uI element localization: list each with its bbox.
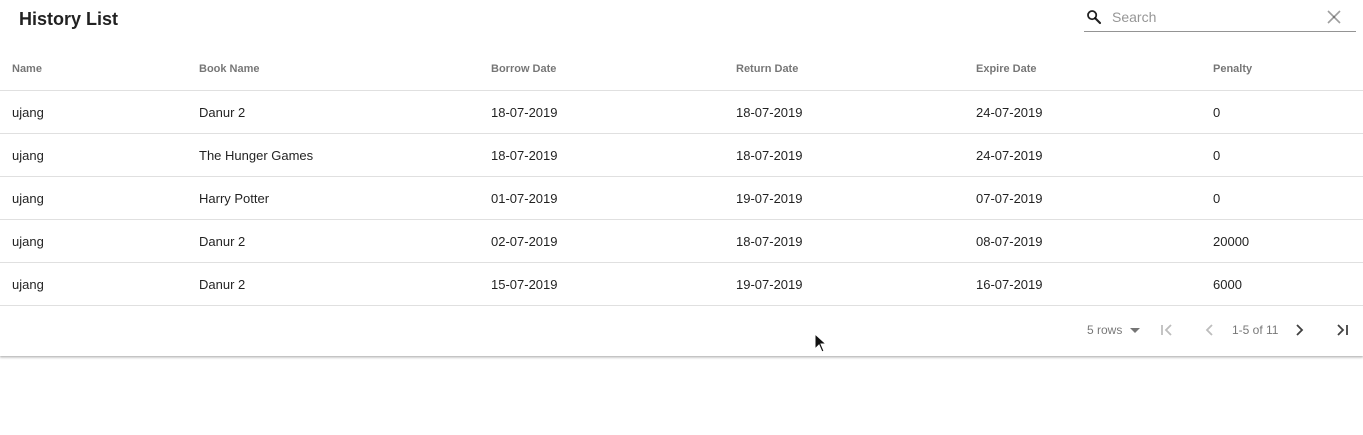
column-header-book-name[interactable]: Book Name [199, 48, 491, 91]
cell-borrow-date: 02-07-2019 [491, 219, 736, 263]
search-icon [1087, 10, 1102, 25]
table-row[interactable]: ujang Danur 2 02-07-2019 18-07-2019 08-0… [0, 219, 1363, 263]
cell-return-date: 18-07-2019 [736, 90, 976, 134]
table-toolbar: History List [0, 0, 1363, 50]
column-header-borrow-date[interactable]: Borrow Date [491, 48, 736, 91]
history-table: Name Book Name Borrow Date Return Date E… [0, 48, 1363, 306]
arrow-drop-down-icon [1130, 328, 1140, 333]
cell-expire-date: 16-07-2019 [976, 262, 1213, 306]
table-row[interactable]: ujang The Hunger Games 18-07-2019 18-07-… [0, 133, 1363, 177]
first-page-icon[interactable] [1157, 320, 1177, 340]
cell-name: ujang [0, 219, 199, 263]
column-header-name[interactable]: Name [0, 48, 199, 91]
page-title: History List [19, 9, 119, 29]
cell-penalty: 0 [1213, 176, 1363, 220]
page-range-label: 1-5 of 11 [1232, 323, 1279, 337]
cell-book-name: Danur 2 [199, 90, 491, 134]
cell-penalty: 0 [1213, 133, 1363, 177]
chevron-left-icon[interactable] [1200, 320, 1220, 340]
table-row[interactable]: ujang Harry Potter 01-07-2019 19-07-2019… [0, 176, 1363, 220]
header-row: Name Book Name Borrow Date Return Date E… [0, 48, 1363, 91]
cell-book-name: Danur 2 [199, 219, 491, 263]
cell-name: ujang [0, 90, 199, 134]
cell-penalty: 20000 [1213, 219, 1363, 263]
cell-borrow-date: 01-07-2019 [491, 176, 736, 220]
search-field[interactable] [1084, 4, 1356, 32]
cell-book-name: The Hunger Games [199, 133, 491, 177]
rows-per-page-select[interactable]: 5 rows [1087, 322, 1140, 338]
cell-expire-date: 08-07-2019 [976, 219, 1213, 263]
pagination-bar: 5 rows 1-5 of 11 [0, 306, 1363, 354]
cell-borrow-date: 18-07-2019 [491, 133, 736, 177]
table-header: Name Book Name Borrow Date Return Date E… [0, 48, 1363, 91]
cell-name: ujang [0, 176, 199, 220]
column-header-penalty[interactable]: Penalty [1213, 48, 1363, 91]
cell-return-date: 19-07-2019 [736, 262, 976, 306]
close-icon[interactable] [1327, 10, 1341, 24]
cell-borrow-date: 15-07-2019 [491, 262, 736, 306]
cell-book-name: Danur 2 [199, 262, 491, 306]
cell-name: ujang [0, 133, 199, 177]
chevron-right-icon[interactable] [1290, 320, 1310, 340]
cell-expire-date: 24-07-2019 [976, 133, 1213, 177]
table-row[interactable]: ujang Danur 2 18-07-2019 18-07-2019 24-0… [0, 90, 1363, 134]
cell-return-date: 19-07-2019 [736, 176, 976, 220]
column-header-return-date[interactable]: Return Date [736, 48, 976, 91]
cell-expire-date: 24-07-2019 [976, 90, 1213, 134]
table-body: ujang Danur 2 18-07-2019 18-07-2019 24-0… [0, 90, 1363, 306]
cell-name: ujang [0, 262, 199, 306]
column-header-expire-date[interactable]: Expire Date [976, 48, 1213, 91]
history-list-card: History List Name Book Name [0, 0, 1363, 356]
cell-borrow-date: 18-07-2019 [491, 90, 736, 134]
cell-return-date: 18-07-2019 [736, 133, 976, 177]
cell-expire-date: 07-07-2019 [976, 176, 1213, 220]
cell-penalty: 6000 [1213, 262, 1363, 306]
search-input[interactable] [1112, 6, 1317, 28]
cell-penalty: 0 [1213, 90, 1363, 134]
table-row[interactable]: ujang Danur 2 15-07-2019 19-07-2019 16-0… [0, 262, 1363, 306]
last-page-icon[interactable] [1333, 320, 1353, 340]
cell-book-name: Harry Potter [199, 176, 491, 220]
mouse-pointer-icon [814, 333, 828, 353]
rows-per-page-label: 5 rows [1087, 323, 1123, 337]
cell-return-date: 18-07-2019 [736, 219, 976, 263]
